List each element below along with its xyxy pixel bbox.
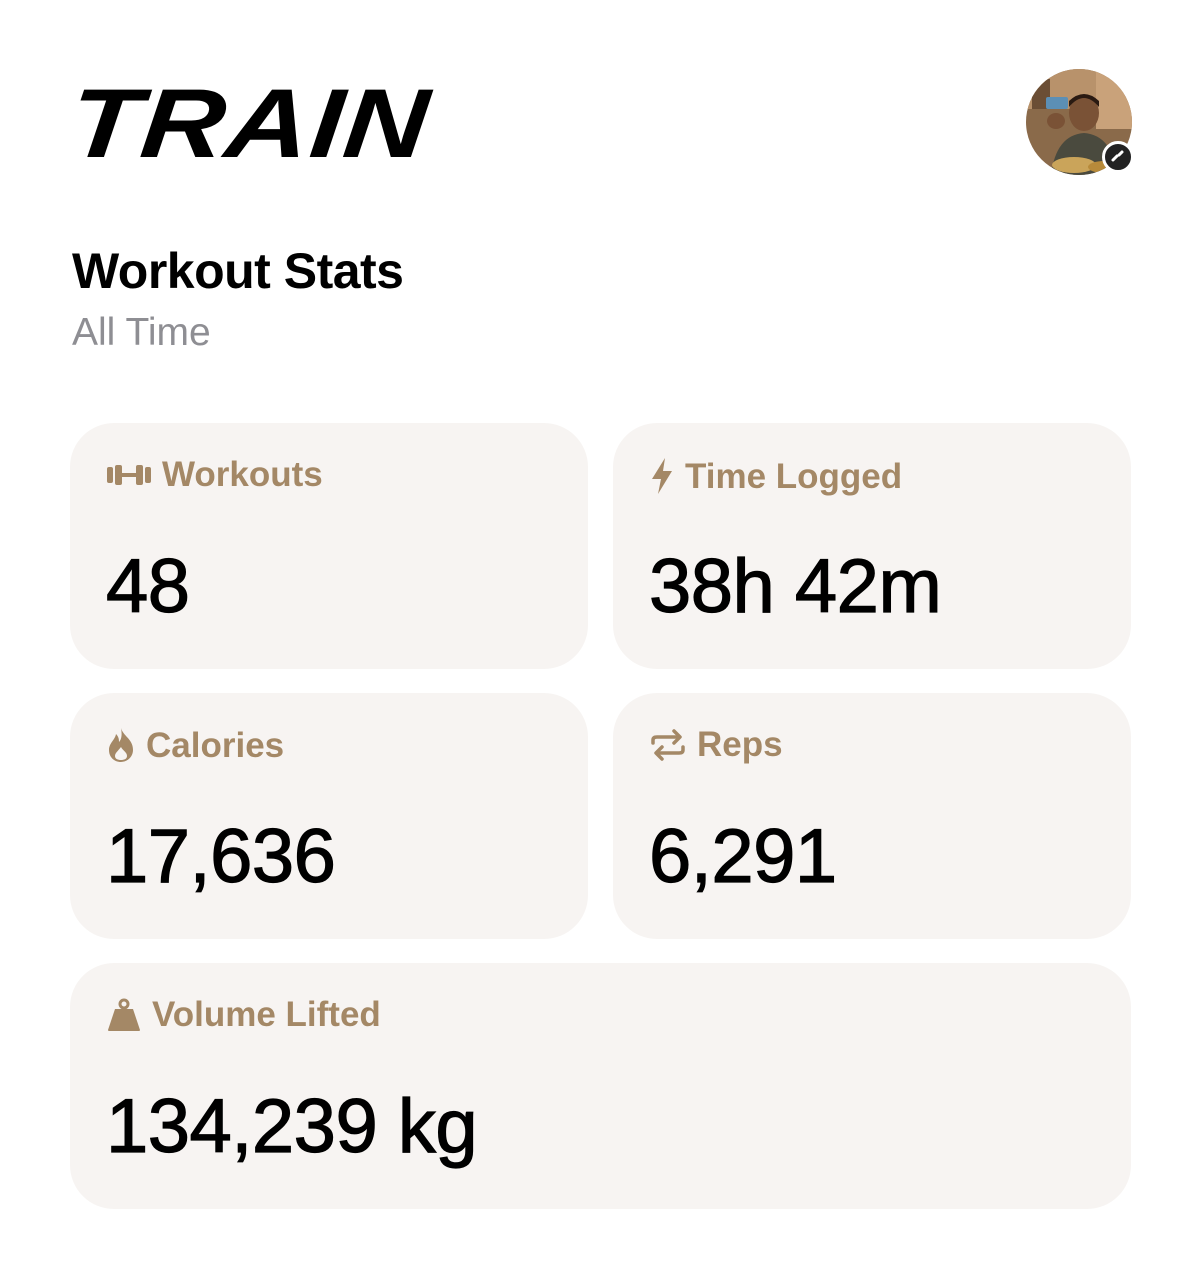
profile-avatar[interactable] [1026,69,1134,175]
stat-label-text: Reps [697,725,783,764]
stat-card-calories[interactable]: Calories 17,636 [70,693,588,939]
dumbbell-icon [107,464,151,485]
stat-label-text: Calories [146,725,285,765]
stat-label-time-logged: Time Logged [649,457,902,495]
app-logo: TRAIN [64,68,435,178]
stat-value-reps: 6,291 [648,814,837,899]
stat-label-volume-lifted: Volume Lifted [106,997,381,1032]
section-title: Workout Stats [72,243,404,299]
stat-card-workouts[interactable]: Workouts 48 [70,423,588,669]
link-badge-icon [1102,141,1134,173]
stat-label-workouts: Workouts [106,457,323,492]
flame-icon [109,728,133,762]
kettlebell-weight-icon [108,998,140,1031]
stat-value-volume-lifted: 134,239 kg [105,1084,478,1169]
stat-value-calories: 17,636 [105,814,336,899]
stat-label-text: Volume Lifted [152,995,381,1034]
section-subtitle: All Time [72,311,211,354]
stat-card-volume-lifted[interactable]: Volume Lifted 134,239 kg [70,963,1131,1209]
stat-label-text: Workouts [162,455,323,494]
repeat-arrows-icon [651,728,685,761]
lightning-bolt-icon [652,458,672,494]
stat-value-workouts: 48 [105,544,190,629]
stat-value-time-logged: 38h 42m [648,544,942,629]
stat-label-calories: Calories [106,727,284,763]
stat-card-time-logged[interactable]: Time Logged 38h 42m [613,423,1131,669]
stat-label-reps: Reps [649,727,783,762]
stat-card-reps[interactable]: Reps 6,291 [613,693,1131,939]
stat-label-text: Time Logged [685,456,903,496]
